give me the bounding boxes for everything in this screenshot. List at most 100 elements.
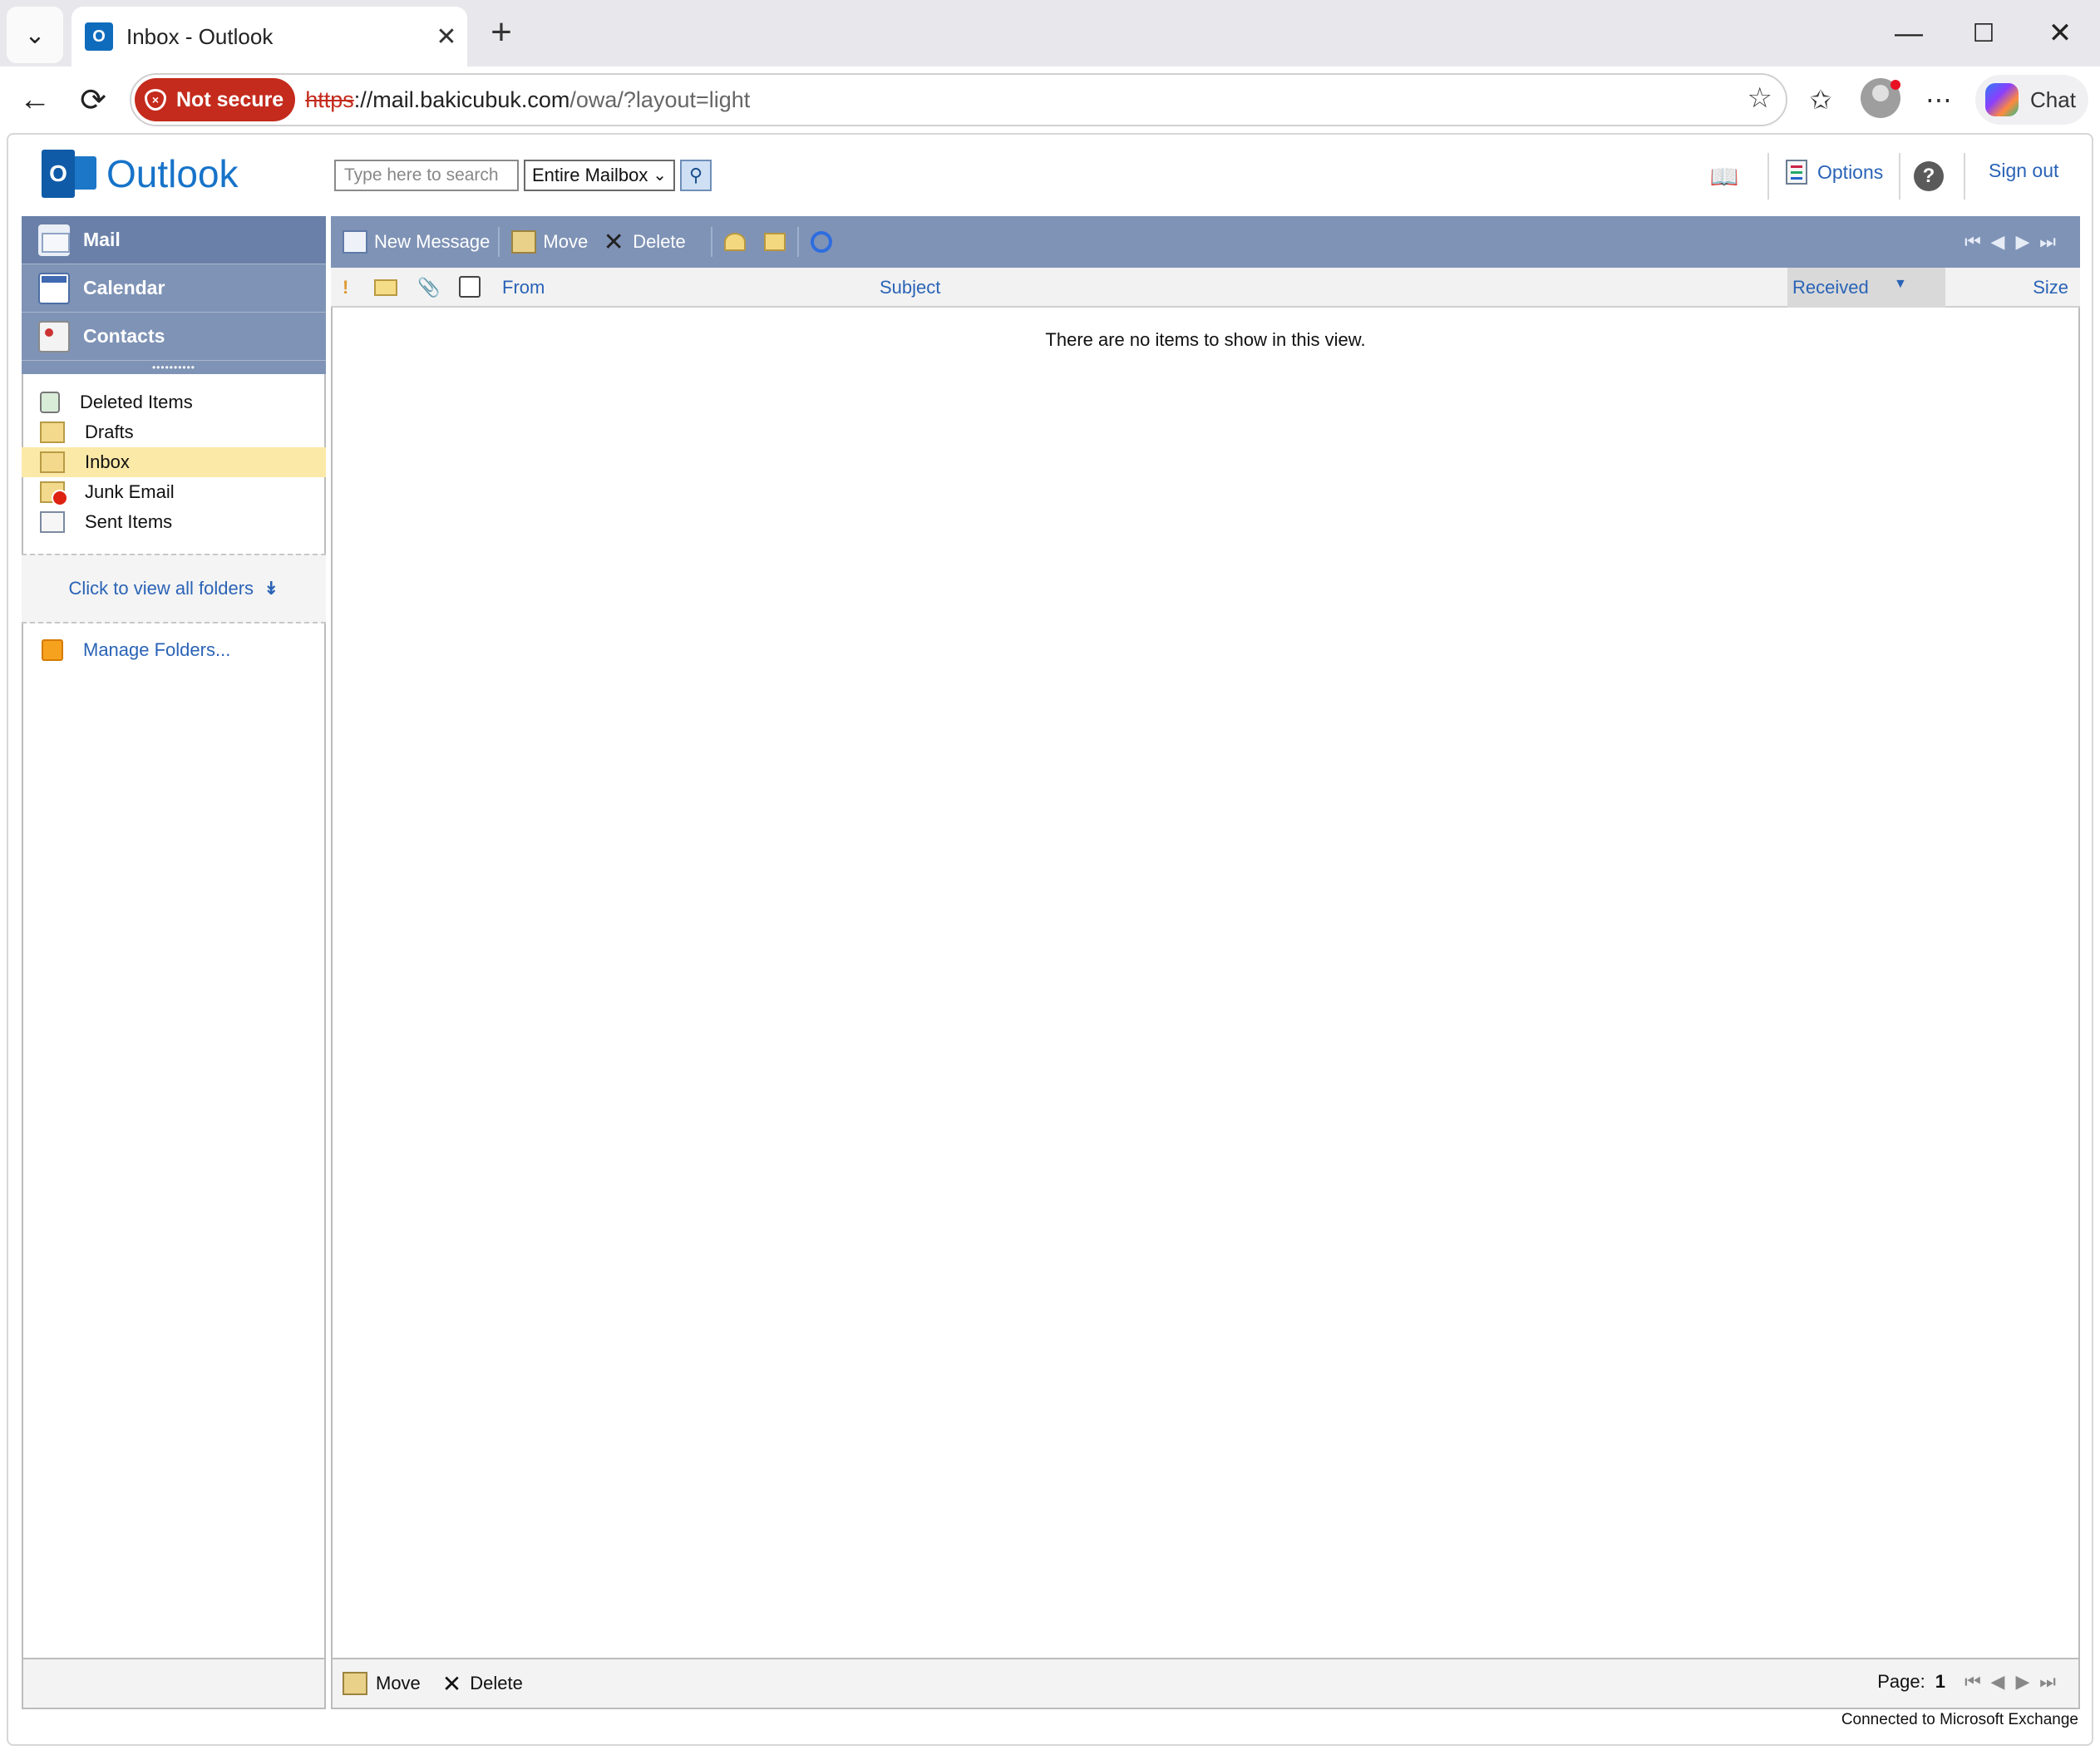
move-button[interactable]: Move: [511, 230, 588, 254]
move-to-folder-icon: [343, 1672, 367, 1695]
not-secure-badge[interactable]: × Not secure: [135, 78, 296, 121]
nav-resize-grip[interactable]: ••••••••••: [22, 361, 326, 374]
previous-page-icon[interactable]: ◀: [1985, 1671, 2010, 1693]
message-list-footer: Move ✕ Delete Page: 1 ⏮ ◀ ▶ ⏭: [331, 1658, 2080, 1709]
back-button[interactable]: ←: [12, 76, 58, 123]
folder-junk-email[interactable]: Junk Email: [22, 477, 326, 507]
recycle-bin-icon: [40, 392, 60, 413]
contacts-icon: [38, 320, 70, 352]
from-column-header[interactable]: From: [502, 277, 545, 298]
current-page-number: 1: [1935, 1671, 1945, 1692]
folder-inbox[interactable]: Inbox: [22, 447, 326, 477]
url-text[interactable]: https://mail.bakicubuk.com/owa/?layout=l…: [305, 87, 750, 113]
search-button[interactable]: ⚲: [680, 160, 712, 191]
first-page-icon[interactable]: ⏮: [1960, 228, 1985, 256]
folder-label: Deleted Items: [80, 392, 193, 412]
delete-button[interactable]: ✕ Delete: [601, 229, 686, 256]
move-label: Move: [376, 1673, 421, 1693]
toolbar-separator: [796, 227, 799, 257]
delete-label: Delete: [470, 1673, 523, 1693]
copilot-chat-button[interactable]: Chat: [1975, 75, 2088, 125]
folder-deleted-items[interactable]: Deleted Items: [22, 387, 326, 417]
header-divider: [1899, 153, 1900, 200]
check-messages-refresh-icon[interactable]: [810, 231, 832, 253]
message-type-column-icon[interactable]: [374, 279, 397, 296]
address-book-button[interactable]: 📖: [1708, 160, 1741, 193]
maximize-window-button[interactable]: ☐: [1959, 12, 2009, 55]
help-button[interactable]: ?: [1914, 161, 1944, 191]
toolbar-pager: ⏮ ◀ ▶ ⏭: [1960, 228, 2060, 256]
profile-notification-dot: [1890, 80, 1900, 90]
last-page-icon[interactable]: ⏭: [2035, 228, 2060, 256]
manage-folders-link[interactable]: Manage Folders...: [22, 635, 326, 665]
new-message-button[interactable]: New Message: [343, 230, 490, 254]
next-page-icon[interactable]: ▶: [2010, 1671, 2035, 1693]
mark-unread-icon[interactable]: [763, 233, 786, 251]
url-scheme: https: [305, 86, 354, 112]
mark-read-icon[interactable]: [723, 233, 746, 251]
chevron-down-icon: ⌄: [24, 21, 46, 49]
double-chevron-down-icon: ↡: [264, 578, 279, 599]
refresh-icon: ⟳: [80, 82, 106, 118]
tab-title: Inbox - Outlook: [126, 23, 274, 49]
help-icon: ?: [1922, 165, 1935, 187]
importance-column-icon[interactable]: !: [343, 277, 348, 298]
folder-sent-items[interactable]: Sent Items: [22, 507, 326, 537]
favorite-star-icon[interactable]: ☆: [1748, 81, 1772, 115]
nav-module-contacts[interactable]: Contacts: [22, 313, 326, 361]
move-button-bottom[interactable]: Move: [343, 1672, 421, 1695]
not-secure-label: Not secure: [176, 87, 284, 111]
options-label: Options: [1817, 160, 1884, 183]
move-label: Move: [543, 231, 589, 252]
toolbar-separator: [710, 227, 712, 257]
refresh-button[interactable]: ⟳: [70, 76, 116, 123]
received-column-header[interactable]: Received ▼: [1787, 268, 1945, 308]
chat-label: Chat: [2030, 86, 2076, 112]
options-link[interactable]: Options: [1786, 160, 1883, 185]
previous-page-icon[interactable]: ◀: [1985, 228, 2010, 256]
inbox-folder-icon: [40, 451, 65, 473]
address-book-icon: 📖: [1709, 163, 1739, 190]
delete-button-bottom[interactable]: ✕ Delete: [442, 1670, 523, 1698]
favorites-button[interactable]: ✩: [1799, 78, 1842, 121]
toolbar-separator: [498, 227, 500, 257]
message-toolbar: New Message Move ✕ Delete ⏮ ◀ ▶ ⏭: [331, 216, 2080, 268]
shield-warning-icon: ×: [145, 89, 166, 111]
close-window-button[interactable]: ✕: [2035, 12, 2085, 55]
select-all-checkbox[interactable]: [459, 276, 481, 298]
nav-module-label: Calendar: [83, 277, 165, 298]
subject-column-header[interactable]: Subject: [880, 277, 940, 298]
drafts-folder-icon: [40, 421, 65, 443]
more-options-button[interactable]: ⋯: [1917, 78, 1960, 121]
size-column-header[interactable]: Size: [2033, 277, 2068, 298]
folder-label: Sent Items: [85, 511, 173, 532]
minimize-window-button[interactable]: —: [1884, 12, 1934, 55]
manage-folders-icon: [42, 639, 63, 661]
new-tab-button[interactable]: +: [481, 12, 522, 53]
browser-tab-bar: ⌄ O Inbox - Outlook ✕ + — ☐ ✕: [0, 0, 2100, 67]
search-scope-select[interactable]: Entire Mailbox ⌄: [524, 160, 675, 191]
connection-status: Connected to Microsoft Exchange: [1841, 1711, 2078, 1728]
view-all-folders-link[interactable]: Click to view all folders ↡: [22, 554, 326, 624]
copilot-icon: [1985, 83, 2019, 116]
browser-tab-inbox[interactable]: O Inbox - Outlook ✕: [71, 7, 467, 67]
bottom-pager: Page: 1 ⏮ ◀ ▶ ⏭: [1877, 1671, 2060, 1693]
folder-drafts[interactable]: Drafts: [22, 417, 326, 447]
sign-out-link[interactable]: Sign out: [1989, 160, 2058, 182]
first-page-icon[interactable]: ⏮: [1960, 1671, 1985, 1693]
browser-toolbar: ← ⟳ × Not secure https://mail.bakicubuk.…: [0, 67, 2100, 133]
page-label: Page:: [1877, 1671, 1925, 1692]
search-icon: ⚲: [688, 165, 703, 185]
options-icon: [1786, 160, 1807, 185]
close-tab-icon[interactable]: ✕: [426, 22, 467, 52]
last-page-icon[interactable]: ⏭: [2035, 1671, 2060, 1693]
attachment-column-icon[interactable]: 📎: [417, 277, 440, 298]
folder-label: Inbox: [85, 451, 130, 472]
next-page-icon[interactable]: ▶: [2010, 228, 2035, 256]
empty-list-message: There are no items to show in this view.: [1045, 329, 1366, 350]
search-input[interactable]: Type here to search: [334, 160, 519, 191]
nav-module-calendar[interactable]: Calendar: [22, 264, 326, 313]
address-bar[interactable]: × Not secure https://mail.bakicubuk.com/…: [130, 73, 1787, 126]
nav-module-mail[interactable]: Mail: [22, 216, 326, 264]
tab-actions-menu-button[interactable]: ⌄: [7, 7, 63, 63]
